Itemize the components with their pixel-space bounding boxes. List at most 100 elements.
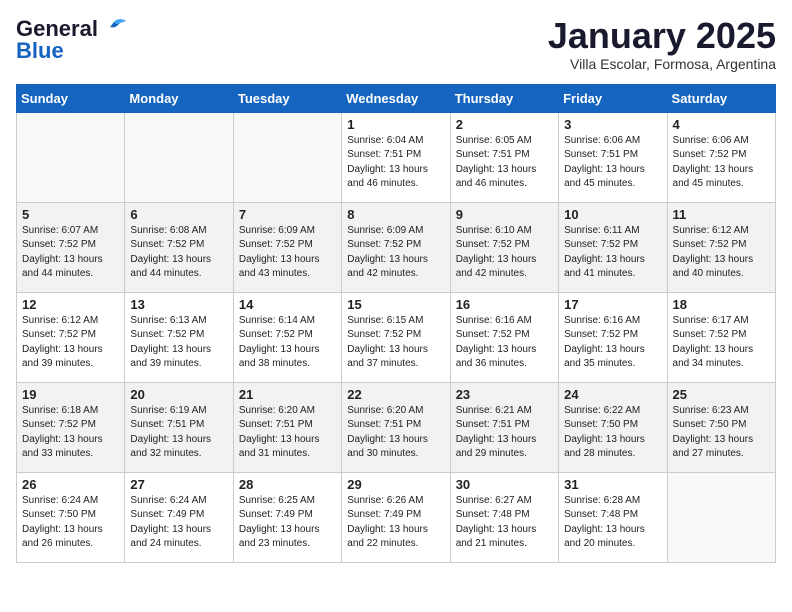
day-info: Sunrise: 6:09 AM Sunset: 7:52 PM Dayligh… bbox=[347, 224, 444, 282]
day-number: 28 bbox=[239, 477, 336, 492]
day-number: 31 bbox=[564, 477, 661, 492]
day-number: 18 bbox=[673, 297, 770, 312]
day-info: Sunrise: 6:20 AM Sunset: 7:51 PM Dayligh… bbox=[239, 404, 336, 462]
calendar-cell: 19 Sunrise: 6:18 AM Sunset: 7:52 PM Dayli… bbox=[17, 382, 125, 472]
calendar-cell: 27 Sunrise: 6:24 AM Sunset: 7:49 PM Dayli… bbox=[125, 472, 233, 562]
week-row-1: 1 Sunrise: 6:04 AM Sunset: 7:51 PM Daylig… bbox=[17, 112, 776, 202]
day-info: Sunrise: 6:10 AM Sunset: 7:52 PM Dayligh… bbox=[456, 224, 553, 282]
calendar-cell: 31 Sunrise: 6:28 AM Sunset: 7:48 PM Dayli… bbox=[559, 472, 667, 562]
day-info: Sunrise: 6:23 AM Sunset: 7:50 PM Dayligh… bbox=[673, 404, 770, 462]
calendar-cell: 28Sunrise: 6:25 AM Sunset: 7:49 PM Dayli… bbox=[233, 472, 341, 562]
calendar-cell: 6Sunrise: 6:08 AM Sunset: 7:52 PM Daylig… bbox=[125, 202, 233, 292]
weekday-header-tuesday: Tuesday bbox=[233, 84, 341, 112]
day-number: 21 bbox=[239, 387, 336, 402]
weekday-header-monday: Monday bbox=[125, 84, 233, 112]
calendar-cell: 10 Sunrise: 6:11 AM Sunset: 7:52 PM Dayli… bbox=[559, 202, 667, 292]
day-number: 30 bbox=[456, 477, 553, 492]
day-info: Sunrise: 6:14 AM Sunset: 7:52 PM Dayligh… bbox=[239, 314, 336, 372]
calendar-cell bbox=[233, 112, 341, 202]
day-number: 14 bbox=[239, 297, 336, 312]
day-number: 5 bbox=[22, 207, 119, 222]
day-info: Sunrise: 6:17 AM Sunset: 7:52 PM Dayligh… bbox=[673, 314, 770, 372]
day-number: 4 bbox=[673, 117, 770, 132]
calendar-cell bbox=[125, 112, 233, 202]
day-number: 9 bbox=[456, 207, 553, 222]
day-info: Sunrise: 6:04 AM Sunset: 7:51 PM Dayligh… bbox=[347, 134, 444, 192]
calendar-cell: 22Sunrise: 6:20 AM Sunset: 7:51 PM Dayli… bbox=[342, 382, 450, 472]
week-row-2: 5Sunrise: 6:07 AM Sunset: 7:52 PM Daylig… bbox=[17, 202, 776, 292]
day-info: Sunrise: 6:08 AM Sunset: 7:52 PM Dayligh… bbox=[130, 224, 227, 282]
weekday-header-row: SundayMondayTuesdayWednesdayThursdayFrid… bbox=[17, 84, 776, 112]
weekday-header-wednesday: Wednesday bbox=[342, 84, 450, 112]
day-info: Sunrise: 6:27 AM Sunset: 7:48 PM Dayligh… bbox=[456, 494, 553, 552]
calendar-cell: 18 Sunrise: 6:17 AM Sunset: 7:52 PM Dayli… bbox=[667, 292, 775, 382]
calendar-cell: 8 Sunrise: 6:09 AM Sunset: 7:52 PM Daylig… bbox=[342, 202, 450, 292]
calendar-title: January 2025 bbox=[548, 16, 776, 56]
calendar-cell: 12 Sunrise: 6:12 AM Sunset: 7:52 PM Dayli… bbox=[17, 292, 125, 382]
calendar-cell: 3 Sunrise: 6:06 AM Sunset: 7:51 PM Daylig… bbox=[559, 112, 667, 202]
day-info: Sunrise: 6:06 AM Sunset: 7:52 PM Dayligh… bbox=[673, 134, 770, 192]
calendar-cell: 14 Sunrise: 6:14 AM Sunset: 7:52 PM Dayli… bbox=[233, 292, 341, 382]
calendar-cell bbox=[17, 112, 125, 202]
calendar-cell: 24Sunrise: 6:22 AM Sunset: 7:50 PM Dayli… bbox=[559, 382, 667, 472]
day-number: 26 bbox=[22, 477, 119, 492]
day-info: Sunrise: 6:19 AM Sunset: 7:51 PM Dayligh… bbox=[130, 404, 227, 462]
calendar-cell: 1 Sunrise: 6:04 AM Sunset: 7:51 PM Daylig… bbox=[342, 112, 450, 202]
day-info: Sunrise: 6:20 AM Sunset: 7:51 PM Dayligh… bbox=[347, 404, 444, 462]
day-number: 16 bbox=[456, 297, 553, 312]
day-info: Sunrise: 6:16 AM Sunset: 7:52 PM Dayligh… bbox=[456, 314, 553, 372]
day-info: Sunrise: 6:09 AM Sunset: 7:52 PM Dayligh… bbox=[239, 224, 336, 282]
day-info: Sunrise: 6:12 AM Sunset: 7:52 PM Dayligh… bbox=[22, 314, 119, 372]
logo-blue-text: Blue bbox=[16, 38, 64, 64]
calendar-cell: 17 Sunrise: 6:16 AM Sunset: 7:52 PM Dayli… bbox=[559, 292, 667, 382]
logo-bird-icon bbox=[100, 18, 128, 40]
calendar-cell: 7 Sunrise: 6:09 AM Sunset: 7:52 PM Daylig… bbox=[233, 202, 341, 292]
calendar-cell: 11Sunrise: 6:12 AM Sunset: 7:52 PM Dayli… bbox=[667, 202, 775, 292]
day-info: Sunrise: 6:24 AM Sunset: 7:49 PM Dayligh… bbox=[130, 494, 227, 552]
day-number: 8 bbox=[347, 207, 444, 222]
day-number: 17 bbox=[564, 297, 661, 312]
logo: General Blue bbox=[16, 16, 128, 64]
calendar-cell: 26Sunrise: 6:24 AM Sunset: 7:50 PM Dayli… bbox=[17, 472, 125, 562]
calendar-cell: 13 Sunrise: 6:13 AM Sunset: 7:52 PM Dayli… bbox=[125, 292, 233, 382]
day-number: 20 bbox=[130, 387, 227, 402]
week-row-5: 26Sunrise: 6:24 AM Sunset: 7:50 PM Dayli… bbox=[17, 472, 776, 562]
calendar-cell: 15Sunrise: 6:15 AM Sunset: 7:52 PM Dayli… bbox=[342, 292, 450, 382]
week-row-4: 19 Sunrise: 6:18 AM Sunset: 7:52 PM Dayli… bbox=[17, 382, 776, 472]
weekday-header-friday: Friday bbox=[559, 84, 667, 112]
calendar-cell: 25Sunrise: 6:23 AM Sunset: 7:50 PM Dayli… bbox=[667, 382, 775, 472]
weekday-header-thursday: Thursday bbox=[450, 84, 558, 112]
day-info: Sunrise: 6:21 AM Sunset: 7:51 PM Dayligh… bbox=[456, 404, 553, 462]
header: General Blue January 2025 Villa Escolar,… bbox=[16, 16, 776, 72]
day-number: 27 bbox=[130, 477, 227, 492]
day-number: 13 bbox=[130, 297, 227, 312]
day-number: 23 bbox=[456, 387, 553, 402]
day-info: Sunrise: 6:28 AM Sunset: 7:48 PM Dayligh… bbox=[564, 494, 661, 552]
calendar-cell: 9 Sunrise: 6:10 AM Sunset: 7:52 PM Daylig… bbox=[450, 202, 558, 292]
weekday-header-saturday: Saturday bbox=[667, 84, 775, 112]
calendar-subtitle: Villa Escolar, Formosa, Argentina bbox=[548, 56, 776, 72]
day-info: Sunrise: 6:12 AM Sunset: 7:52 PM Dayligh… bbox=[673, 224, 770, 282]
day-number: 1 bbox=[347, 117, 444, 132]
day-info: Sunrise: 6:11 AM Sunset: 7:52 PM Dayligh… bbox=[564, 224, 661, 282]
day-info: Sunrise: 6:13 AM Sunset: 7:52 PM Dayligh… bbox=[130, 314, 227, 372]
day-number: 3 bbox=[564, 117, 661, 132]
calendar-cell: 5Sunrise: 6:07 AM Sunset: 7:52 PM Daylig… bbox=[17, 202, 125, 292]
day-info: Sunrise: 6:16 AM Sunset: 7:52 PM Dayligh… bbox=[564, 314, 661, 372]
calendar-table: SundayMondayTuesdayWednesdayThursdayFrid… bbox=[16, 84, 776, 563]
day-number: 2 bbox=[456, 117, 553, 132]
calendar-cell: 4 Sunrise: 6:06 AM Sunset: 7:52 PM Daylig… bbox=[667, 112, 775, 202]
calendar-cell: 30 Sunrise: 6:27 AM Sunset: 7:48 PM Dayli… bbox=[450, 472, 558, 562]
calendar-cell: 23 Sunrise: 6:21 AM Sunset: 7:51 PM Dayli… bbox=[450, 382, 558, 472]
week-row-3: 12 Sunrise: 6:12 AM Sunset: 7:52 PM Dayli… bbox=[17, 292, 776, 382]
day-number: 19 bbox=[22, 387, 119, 402]
day-info: Sunrise: 6:06 AM Sunset: 7:51 PM Dayligh… bbox=[564, 134, 661, 192]
day-number: 15 bbox=[347, 297, 444, 312]
day-number: 10 bbox=[564, 207, 661, 222]
weekday-header-sunday: Sunday bbox=[17, 84, 125, 112]
day-number: 29 bbox=[347, 477, 444, 492]
day-number: 12 bbox=[22, 297, 119, 312]
day-info: Sunrise: 6:18 AM Sunset: 7:52 PM Dayligh… bbox=[22, 404, 119, 462]
day-info: Sunrise: 6:26 AM Sunset: 7:49 PM Dayligh… bbox=[347, 494, 444, 552]
day-number: 7 bbox=[239, 207, 336, 222]
